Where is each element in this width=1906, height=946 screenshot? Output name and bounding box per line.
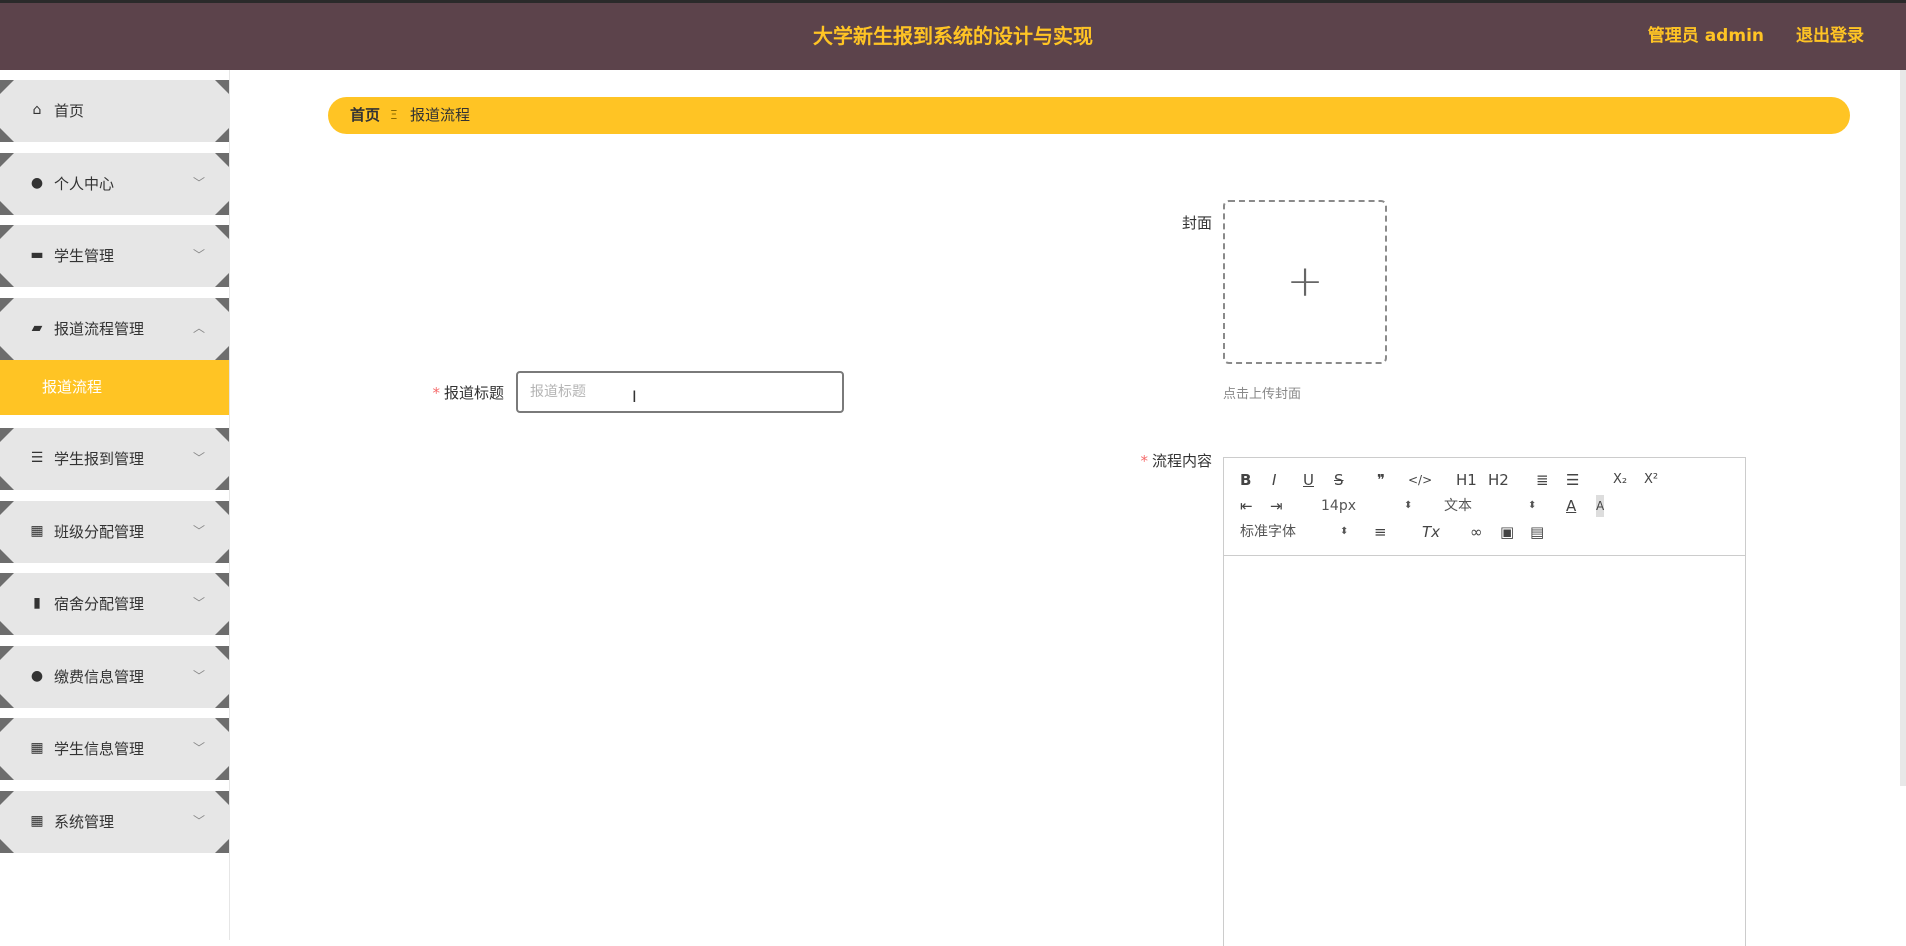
rich-text-editor[interactable]: B I U S ❞ </> H1 H2 ≣ ☰ X₂ X² ⇤ ⇥ 14px ⬍… xyxy=(1223,457,1746,946)
sidebar-item-student-report-mgmt[interactable]: ☰ 学生报到管理 ﹀ xyxy=(0,428,229,490)
align-icon[interactable]: ≡ xyxy=(1374,521,1387,543)
book-icon: ▮ xyxy=(33,595,41,611)
sidebar-item-label: 个人中心 xyxy=(54,175,115,193)
sidebar-item-label: 缴费信息管理 xyxy=(54,668,145,686)
cover-label: 封面 xyxy=(1181,214,1212,232)
chevron-up-icon: ︿ xyxy=(192,321,205,335)
top-bar: 大学新生报到系统的设计与实现 管理员 admin 退出登录 xyxy=(0,0,1906,70)
user-icon: ● xyxy=(30,175,44,191)
sidebar-item-label: 首页 xyxy=(54,102,85,120)
current-user: 管理员 admin xyxy=(1647,26,1764,46)
image-icon[interactable]: ▣ xyxy=(1500,521,1514,543)
title-label: * 报道标题 xyxy=(400,382,504,403)
required-mark: * xyxy=(432,384,440,402)
title-label-text: 报道标题 xyxy=(443,384,504,402)
breadcrumb-home[interactable]: 首页 xyxy=(350,97,380,134)
text-cursor-icon: I xyxy=(632,387,637,406)
cover-upload-hint: 点击上传封面 xyxy=(1223,387,1302,402)
breadcrumb-current: 报道流程 xyxy=(410,106,471,124)
sidebar-item-label: 系统管理 xyxy=(54,813,115,831)
grid-icon: ▦ xyxy=(30,523,44,539)
sidebar-item-home[interactable]: ⌂ 首页 xyxy=(0,80,229,142)
grid-icon: ▦ xyxy=(30,813,44,829)
title-input[interactable] xyxy=(516,371,844,413)
plus-icon: + xyxy=(1286,256,1324,307)
code-button[interactable]: </> xyxy=(1408,469,1432,491)
underline-button[interactable]: U xyxy=(1303,469,1314,491)
indent-icon[interactable]: ⇥ xyxy=(1270,495,1283,517)
sidebar-item-report-process-mgmt[interactable]: ▰ 报道流程管理 ︿ xyxy=(0,298,229,360)
select-arrow-icon: ⬍ xyxy=(1528,500,1537,511)
subscript-button[interactable]: X₂ xyxy=(1613,469,1627,491)
quote-button[interactable]: ❞ xyxy=(1377,469,1385,491)
select-arrow-icon: ⬍ xyxy=(1404,500,1413,511)
bulb-icon: ● xyxy=(30,668,44,684)
bullet-list-button[interactable]: ☰ xyxy=(1566,469,1579,491)
ordered-list-button[interactable]: ≣ xyxy=(1536,469,1549,491)
logout-button[interactable]: 退出登录 xyxy=(1796,3,1864,70)
chevron-down-icon: ﹀ xyxy=(192,596,205,610)
sidebar: ⌂ 首页 ● 个人中心 ﹀ ▬ 学生管理 ﹀ ▰ 报道流程管理 ︿ 报道流程 ☰… xyxy=(0,70,230,940)
grid-icon: ▦ xyxy=(30,740,44,756)
font-color-icon[interactable]: A xyxy=(1566,495,1576,517)
superscript-button[interactable]: X² xyxy=(1644,469,1658,491)
sidebar-item-label: 学生管理 xyxy=(54,247,115,265)
sidebar-item-student-info-mgmt[interactable]: ▦ 学生信息管理 ﹀ xyxy=(0,718,229,780)
link-icon[interactable]: ∞ xyxy=(1470,521,1483,543)
sidebar-subitem-label: 报道流程 xyxy=(42,378,103,396)
sidebar-item-class-assign-mgmt[interactable]: ▦ 班级分配管理 ﹀ xyxy=(0,501,229,563)
wallet-icon: ▰ xyxy=(31,320,43,336)
required-mark: * xyxy=(1140,452,1148,470)
chevron-down-icon: ﹀ xyxy=(192,741,205,755)
paragraph-select[interactable]: 文本 xyxy=(1444,495,1472,517)
list-icon: ☰ xyxy=(30,450,44,466)
background-color-icon[interactable]: A xyxy=(1596,495,1605,517)
sidebar-item-label: 宿舍分配管理 xyxy=(54,595,145,613)
app-title: 大学新生报到系统的设计与实现 xyxy=(813,24,1093,48)
clear-format-icon[interactable]: Tx xyxy=(1422,521,1440,543)
outdent-icon[interactable]: ⇤ xyxy=(1240,495,1253,517)
sidebar-item-personal-center[interactable]: ● 个人中心 ﹀ xyxy=(0,153,229,215)
home-icon: ⌂ xyxy=(32,102,42,118)
content-label-text: 流程内容 xyxy=(1151,452,1212,470)
select-arrow-icon: ⬍ xyxy=(1340,526,1349,537)
chevron-down-icon: ﹀ xyxy=(192,524,205,538)
monitor-icon: ▬ xyxy=(30,247,44,263)
h1-button[interactable]: H1 xyxy=(1456,469,1477,491)
sidebar-item-label: 报道流程管理 xyxy=(54,320,145,338)
chevron-down-icon: ﹀ xyxy=(192,669,205,683)
font-family-select[interactable]: 标准字体 xyxy=(1240,521,1296,543)
sidebar-item-label: 学生信息管理 xyxy=(54,740,145,758)
sidebar-item-system-mgmt[interactable]: ▦ 系统管理 ﹀ xyxy=(0,791,229,853)
sidebar-item-label: 学生报到管理 xyxy=(54,450,145,468)
video-icon[interactable]: ▤ xyxy=(1530,521,1544,543)
strike-button[interactable]: S xyxy=(1334,469,1344,491)
scrollbar-track[interactable] xyxy=(1900,70,1906,786)
h2-button[interactable]: H2 xyxy=(1488,469,1509,491)
cover-upload[interactable]: + xyxy=(1223,200,1387,364)
font-size-select[interactable]: 14px xyxy=(1321,495,1356,517)
sidebar-item-student-mgmt[interactable]: ▬ 学生管理 ﹀ xyxy=(0,225,229,287)
breadcrumb-separator: Ξ xyxy=(390,108,398,122)
chevron-down-icon: ﹀ xyxy=(192,176,205,190)
bold-button[interactable]: B xyxy=(1240,469,1251,491)
sidebar-item-dorm-assign-mgmt[interactable]: ▮ 宿舍分配管理 ﹀ xyxy=(0,573,229,635)
chevron-down-icon: ﹀ xyxy=(192,814,205,828)
italic-button[interactable]: I xyxy=(1272,469,1276,491)
content-label: * 流程内容 xyxy=(1100,450,1212,471)
breadcrumb: 首页 Ξ 报道流程 xyxy=(328,97,1850,134)
chevron-down-icon: ﹀ xyxy=(192,451,205,465)
sidebar-subitem-report-process[interactable]: 报道流程 xyxy=(0,360,229,415)
editor-toolbar: B I U S ❞ </> H1 H2 ≣ ☰ X₂ X² ⇤ ⇥ 14px ⬍… xyxy=(1224,458,1745,556)
sidebar-item-label: 班级分配管理 xyxy=(54,523,145,541)
sidebar-item-payment-mgmt[interactable]: ● 缴费信息管理 ﹀ xyxy=(0,646,229,708)
chevron-down-icon: ﹀ xyxy=(192,248,205,262)
